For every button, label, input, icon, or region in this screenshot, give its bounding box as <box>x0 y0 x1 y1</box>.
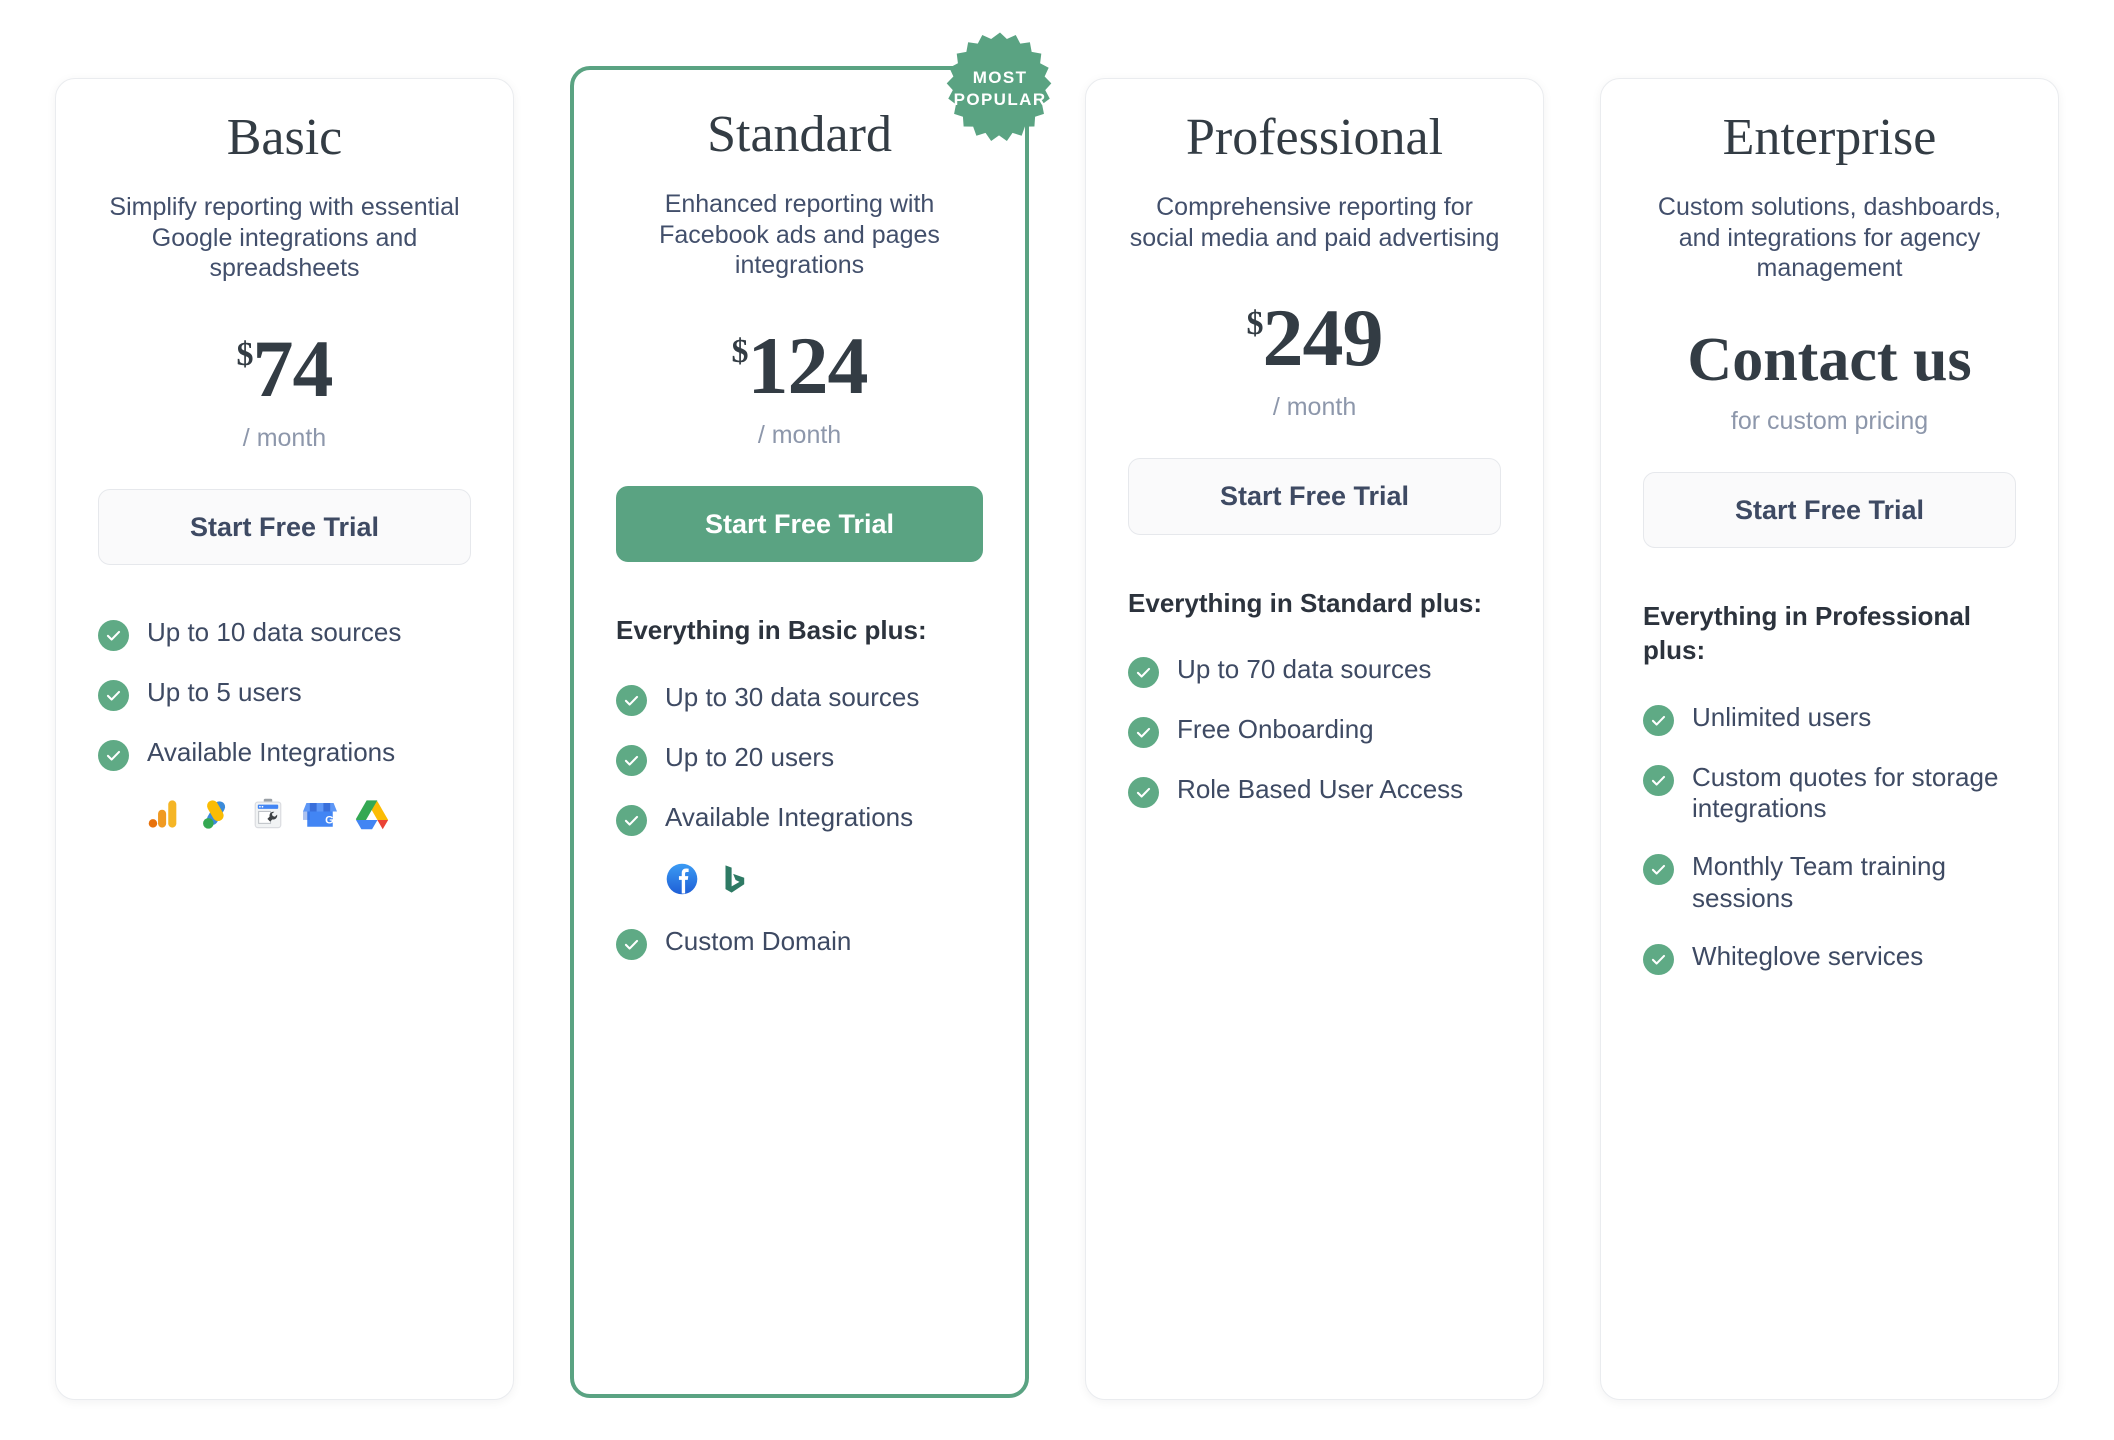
features-title: Everything in Professional plus: <box>1643 601 1972 665</box>
feature-label: Up to 30 data sources <box>664 681 920 712</box>
integration-icons: G <box>147 797 471 831</box>
google-ads-icon <box>199 797 233 831</box>
feature-label: Role Based User Access <box>1177 774 1464 805</box>
google-analytics-icon <box>147 797 181 831</box>
feature-label: Available Integrations <box>664 801 914 832</box>
google-drive-icon <box>355 797 389 831</box>
pricing-card-basic: Basic Simplify reporting with essential … <box>55 78 514 1400</box>
feature-label: Whiteglove services <box>1692 940 1924 971</box>
feature-list: Everything in Basic plus: Up to 30 data … <box>615 614 983 960</box>
feature-label: Up to 70 data sources <box>1177 654 1432 685</box>
feature-label: Custom quotes for storage integrations <box>1692 761 1999 824</box>
pricing-card-professional: Professional Comprehensive reporting for… <box>1085 78 1545 1400</box>
most-popular-badge: MOST POPULAR <box>941 30 1059 148</box>
feature-list: Up to 10 data sources Up to 5 users Avai… <box>98 617 471 831</box>
feature-label: Up to 5 users <box>147 677 302 708</box>
price-block: $74 / month <box>98 327 471 453</box>
price-period: / month <box>1272 393 1357 422</box>
check-icon <box>1128 717 1160 749</box>
feature-label: Monthly Team training sessions <box>1692 851 1946 913</box>
feature-item: Up to 20 users <box>615 741 983 776</box>
check-icon <box>615 804 647 836</box>
badge-label: MOST POPULAR <box>953 68 1047 109</box>
check-icon <box>1643 943 1675 975</box>
currency-symbol: $ <box>236 335 253 373</box>
check-icon <box>1643 704 1675 736</box>
feature-item: Free Onboarding <box>1128 714 1501 749</box>
plan-name: Standard <box>707 106 892 163</box>
facebook-icon <box>665 862 699 896</box>
feature-label: Custom Domain <box>664 925 852 956</box>
price: $74 <box>236 327 333 410</box>
price-period: / month <box>757 420 842 449</box>
currency-symbol: $ <box>731 332 749 370</box>
feature-item: Monthly Team training sessions <box>1643 851 2016 914</box>
pricing-card-standard: MOST POPULAR Standard Enhanced reporting… <box>569 32 1052 1398</box>
check-icon <box>98 620 129 652</box>
price-amount: 249 <box>1262 292 1384 384</box>
start-free-trial-button[interactable]: Start Free Trial <box>1128 458 1502 535</box>
feature-item: Whiteglove services <box>1643 941 2016 975</box>
plan-name: Professional <box>1185 109 1444 166</box>
check-icon <box>615 684 647 716</box>
google-search-console-icon <box>251 797 285 831</box>
feature-item: Up to 10 data sources <box>98 617 471 652</box>
bing-icon <box>717 862 751 896</box>
check-icon <box>1128 777 1160 809</box>
price-block: $124 / month <box>616 324 983 450</box>
feature-label: Available Integrations <box>147 737 396 768</box>
pricing-plans-grid: Basic Simplify reporting with essential … <box>0 0 2114 1400</box>
feature-list: Everything in Professional plus: Unlimit… <box>1643 600 2016 975</box>
price-period: for custom pricing <box>1730 406 1929 435</box>
price: $124 <box>731 324 869 407</box>
svg-text:G: G <box>325 814 334 826</box>
feature-label: Up to 20 users <box>664 741 835 772</box>
feature-label: Unlimited users <box>1692 701 1872 732</box>
plan-description: Comprehensive reporting for social media… <box>1129 193 1500 252</box>
feature-label: Free Onboarding <box>1177 714 1374 745</box>
feature-item: Custom quotes for storage integrations <box>1643 762 2016 825</box>
features-title: Everything in Basic plus: <box>615 615 927 646</box>
feature-item: Unlimited users <box>1643 702 2016 736</box>
google-my-business-icon: G <box>303 797 337 831</box>
feature-list: Everything in Standard plus: Up to 70 da… <box>1128 587 1501 809</box>
pricing-card-enterprise: Enterprise Custom solutions, dashboards,… <box>1600 78 2060 1400</box>
plan-description: Enhanced reporting with Facebook ads and… <box>659 190 940 280</box>
feature-item: Role Based User Access <box>1128 774 1501 809</box>
plan-name: Enterprise <box>1722 109 1937 166</box>
check-icon <box>1643 854 1675 886</box>
feature-item: Up to 5 users <box>98 677 471 712</box>
start-free-trial-button[interactable]: Start Free Trial <box>615 485 984 563</box>
check-icon <box>615 744 647 776</box>
feature-item: Available Integrations <box>98 737 471 772</box>
feature-item: Up to 70 data sources <box>1128 654 1501 689</box>
currency-symbol: $ <box>1246 305 1264 343</box>
feature-item: Custom Domain <box>615 925 983 960</box>
check-icon <box>615 928 647 960</box>
price-period: / month <box>242 423 327 452</box>
check-icon <box>98 680 129 712</box>
price-amount: 124 <box>747 319 869 411</box>
price-amount: 74 <box>252 322 333 414</box>
start-free-trial-button[interactable]: Start Free Trial <box>98 488 471 566</box>
price: $249 <box>1246 297 1384 379</box>
check-icon <box>98 740 129 772</box>
feature-item: Up to 30 data sources <box>615 681 983 716</box>
feature-label: Up to 10 data sources <box>147 617 402 648</box>
check-icon <box>1128 657 1160 689</box>
feature-item: Available Integrations <box>615 801 983 836</box>
price-block: Contact us for custom pricing <box>1643 325 2016 436</box>
integration-icons <box>665 862 983 896</box>
plan-description: Simplify reporting with essential Google… <box>109 193 460 283</box>
price-block: $249 / month <box>1128 297 1501 422</box>
check-icon <box>1643 764 1675 796</box>
features-title: Everything in Standard plus: <box>1128 587 1482 618</box>
plan-description: Custom solutions, dashboards, and integr… <box>1657 193 2002 283</box>
plan-name: Basic <box>226 109 343 166</box>
start-free-trial-button[interactable]: Start Free Trial <box>1643 471 2017 549</box>
contact-us-price: Contact us <box>1687 325 1972 394</box>
